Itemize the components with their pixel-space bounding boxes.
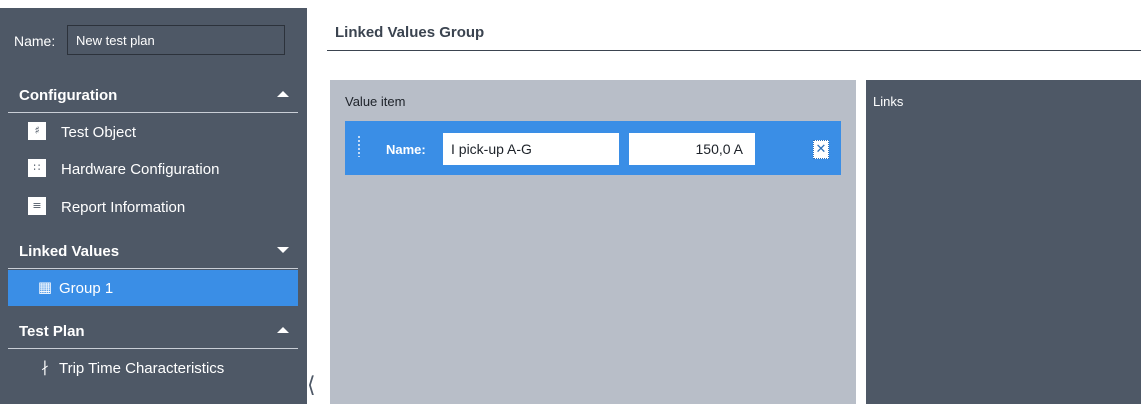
plan-name-row: Name: <box>0 23 307 59</box>
section-configuration-title: Configuration <box>19 87 118 104</box>
value-item-name-label: Name: <box>386 142 426 157</box>
report-information-icon: ≡ <box>28 197 46 215</box>
section-divider <box>8 112 298 113</box>
hardware-configuration-icon: ∷ <box>28 159 46 177</box>
value-item-panel: Value item Name: ✕ <box>330 80 856 404</box>
plan-name-label: Name: <box>14 33 56 49</box>
sidebar-item-hardware-configuration[interactable]: ∷ Hardware Configuration <box>8 151 298 187</box>
test-object-icon: ♯ <box>28 122 46 140</box>
sidebar-item-test-object[interactable]: ♯ Test Object <box>8 114 298 150</box>
links-panel: Links <box>866 80 1141 404</box>
section-linked-values-title: Linked Values <box>19 243 120 260</box>
value-item-name-input[interactable] <box>443 133 619 165</box>
plan-name-input[interactable] <box>67 25 285 55</box>
section-test-plan-title: Test Plan <box>19 323 85 340</box>
collapse-up-icon[interactable] <box>277 91 289 97</box>
section-configuration-header[interactable]: Configuration <box>0 77 307 113</box>
value-item-row[interactable]: Name: ✕ <box>345 121 841 175</box>
sidebar-item-label: Trip Time Characteristics <box>59 360 225 377</box>
sidebar-item-label: Report Information <box>61 199 186 216</box>
sidebar-item-report-information[interactable]: ≡ Report Information <box>8 189 298 225</box>
value-item-value-input[interactable] <box>629 133 755 165</box>
sidebar-item-label: Group 1 <box>59 280 114 297</box>
group-icon: ▦ <box>37 278 53 296</box>
section-test-plan-header[interactable]: Test Plan <box>0 313 307 349</box>
sidebar-collapse-handle-icon[interactable]: ⟨ <box>307 368 321 404</box>
section-linked-values-header[interactable]: Linked Values <box>0 233 307 269</box>
trip-time-characteristics-icon: ∤ <box>41 358 49 376</box>
page-title: Linked Values Group <box>335 24 485 41</box>
value-item-panel-label: Value item <box>345 94 406 109</box>
links-panel-label: Links <box>873 94 904 109</box>
title-divider <box>327 50 1141 51</box>
sidebar-item-group-1[interactable]: ▦ Group 1 <box>8 270 298 306</box>
section-divider <box>8 348 298 349</box>
sidebar-item-label: Test Object <box>61 124 137 141</box>
expand-down-icon[interactable] <box>277 247 289 253</box>
sidebar-item-trip-time-characteristics[interactable]: ∤ Trip Time Characteristics <box>8 350 298 386</box>
remove-value-item-button[interactable]: ✕ <box>813 140 829 159</box>
sidebar-item-label: Hardware Configuration <box>61 161 220 178</box>
drag-handle-icon[interactable] <box>357 135 361 157</box>
section-divider <box>8 268 298 269</box>
collapse-up-icon[interactable] <box>277 327 289 333</box>
sidebar: Name: Configuration ♯ Test Object ∷ Hard… <box>0 8 307 404</box>
